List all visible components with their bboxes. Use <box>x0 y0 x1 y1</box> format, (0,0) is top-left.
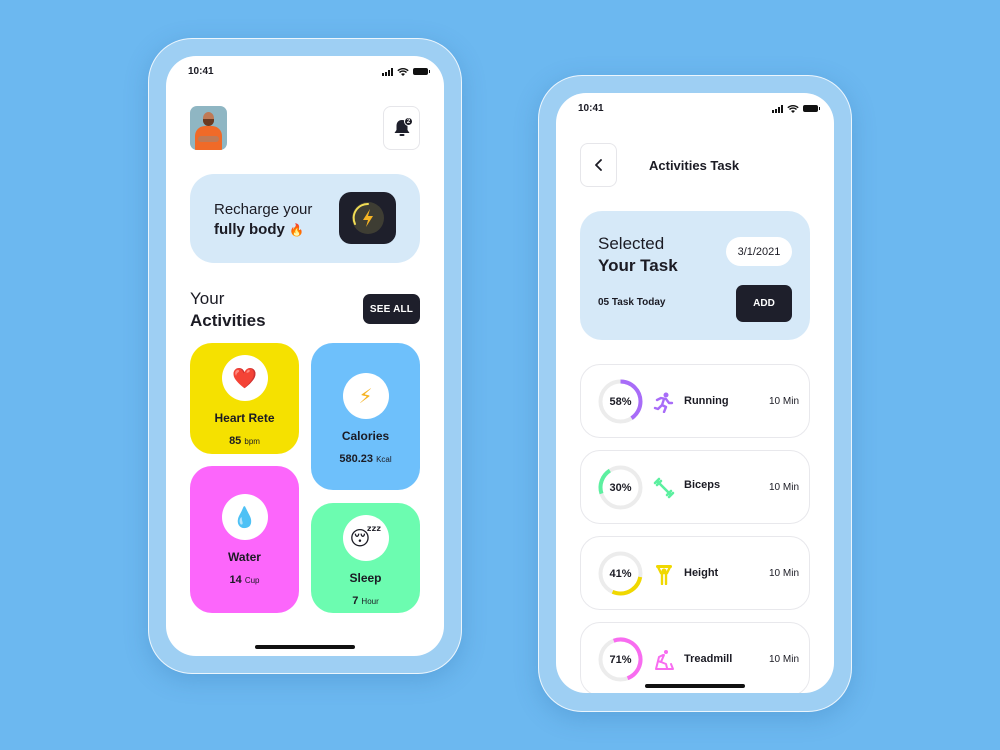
weightlifting-icon <box>656 565 672 585</box>
dumbbell-icon <box>653 477 675 499</box>
activities-heading: Your Activities <box>190 288 266 332</box>
activity-card-sleep[interactable]: 😴 Sleep 7 Hour <box>311 503 420 613</box>
activity-unit: Cup <box>244 576 260 585</box>
wifi-icon <box>397 67 409 76</box>
task-row-height[interactable]: 41% Height 10 Min <box>580 536 810 610</box>
home-screen: 10:41 2 Recharge your fully body 🔥 Your … <box>166 56 444 656</box>
progress-label: 41% <box>609 567 632 580</box>
activity-card-water[interactable]: 💧 Water 14 Cup <box>190 466 299 613</box>
signal-icon <box>772 104 783 113</box>
running-icon <box>653 392 674 413</box>
page-title: Activities Task <box>649 158 740 173</box>
activity-name: Water <box>228 550 261 564</box>
activity-unit: bpm <box>244 437 260 446</box>
task-name: Treadmill <box>684 653 733 665</box>
notification-badge: 2 <box>404 117 413 126</box>
progress-label: 30% <box>609 481 632 494</box>
home-indicator[interactable] <box>255 645 355 649</box>
battery-icon <box>413 68 430 75</box>
activity-value: 580.23 <box>339 453 374 465</box>
selected-task-card: Selected Your Task 3/1/2021 05 Task Toda… <box>580 211 810 340</box>
sleep-icon: 😴 <box>342 515 389 561</box>
task-duration: 10 Min <box>768 568 799 579</box>
status-time: 10:41 <box>188 66 214 77</box>
activities-heading-line1: Your <box>190 289 225 308</box>
selected-task-line1: Selected <box>598 234 665 253</box>
activity-unit: Kcal <box>376 455 392 464</box>
recharge-button[interactable] <box>339 192 396 244</box>
fire-icon: 🔥 <box>289 223 304 237</box>
home-indicator[interactable] <box>645 684 745 688</box>
task-name: Running <box>684 395 729 407</box>
activity-value: 14 <box>229 574 242 586</box>
activity-name: Sleep <box>349 571 382 585</box>
task-name: Biceps <box>684 479 721 491</box>
battery-icon <box>803 105 820 112</box>
progress-label: 71% <box>609 653 632 666</box>
progress-label: 58% <box>609 395 632 408</box>
lightning-icon: ⚡ <box>342 373 389 419</box>
wifi-icon <box>787 104 799 113</box>
status-bar: 10:41 <box>578 103 820 114</box>
task-count: 05 Task Today <box>598 297 666 308</box>
signal-icon <box>382 67 393 76</box>
activity-value: 85 <box>229 435 242 447</box>
activity-card-heart-rate[interactable]: ❤️ Heart Rete 85 bpm <box>190 343 299 454</box>
water-drop-icon: 💧 <box>221 494 268 540</box>
activity-unit: Hour <box>361 597 379 606</box>
selected-task-line2: Your Task <box>598 256 678 275</box>
heart-icon: ❤️ <box>221 355 268 401</box>
recharge-line2: fully body <box>214 221 285 238</box>
back-button[interactable] <box>580 143 617 187</box>
task-row-treadmill[interactable]: 71% Treadmill 10 Min <box>580 622 810 693</box>
activity-name: Heart Rete <box>214 411 275 425</box>
activities-heading-line2: Activities <box>190 311 266 330</box>
task-row-running[interactable]: 58% Running 10 Min <box>580 364 810 438</box>
date-picker[interactable]: 3/1/2021 <box>726 237 792 266</box>
notifications-button[interactable]: 2 <box>383 106 420 150</box>
recharge-banner: Recharge your fully body 🔥 <box>190 174 420 263</box>
status-time: 10:41 <box>578 103 604 114</box>
lightning-icon <box>351 202 384 234</box>
task-row-biceps[interactable]: 30% Biceps 10 Min <box>580 450 810 524</box>
add-task-button[interactable]: ADD <box>736 285 792 322</box>
recharge-line1: Recharge your <box>214 201 313 218</box>
tasks-screen: 10:41 Activities Task Selected Your Task… <box>556 93 834 693</box>
chevron-left-icon <box>594 159 602 171</box>
activity-value: 7 <box>352 595 359 607</box>
see-all-button[interactable]: SEE ALL <box>363 294 420 324</box>
activity-card-calories[interactable]: ⚡ Calories 580.23 Kcal <box>311 343 420 490</box>
treadmill-icon <box>655 650 674 670</box>
status-bar: 10:41 <box>188 66 430 77</box>
task-duration: 10 Min <box>768 654 799 665</box>
task-name: Height <box>684 567 719 579</box>
activity-name: Calories <box>341 429 390 443</box>
user-avatar[interactable] <box>190 106 227 150</box>
task-duration: 10 Min <box>768 396 799 407</box>
task-duration: 10 Min <box>768 482 799 493</box>
